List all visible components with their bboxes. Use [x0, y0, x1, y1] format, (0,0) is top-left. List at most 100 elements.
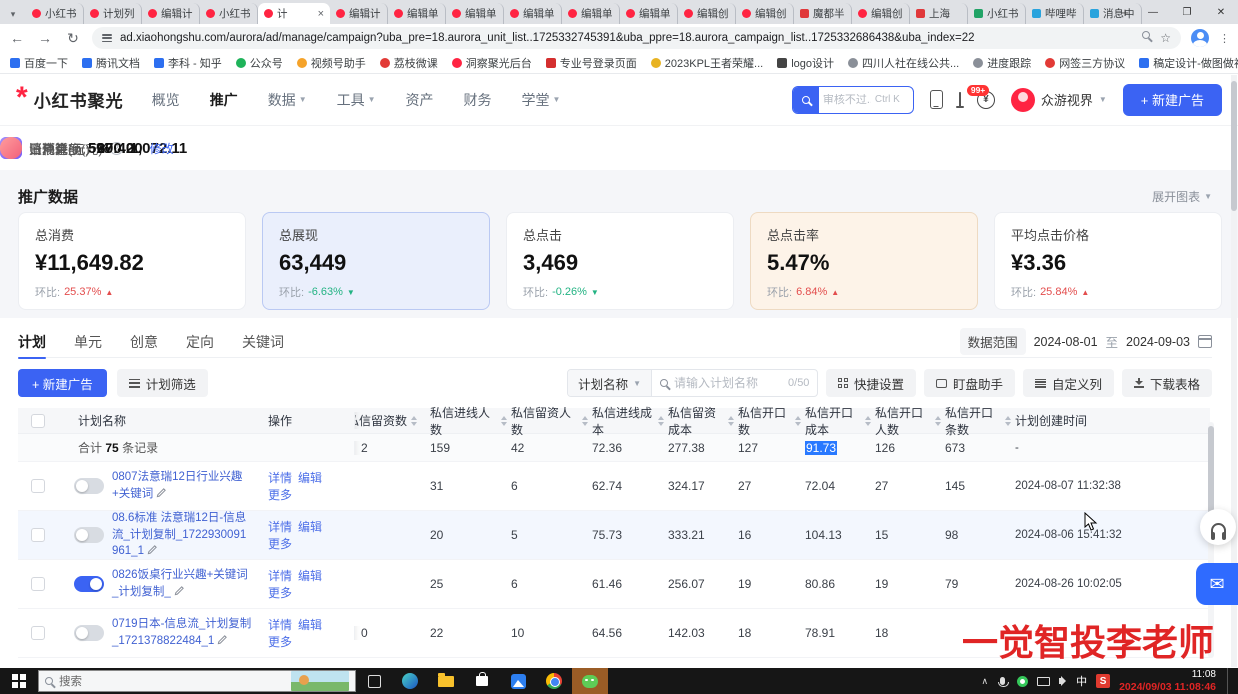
browser-tab[interactable]: 哔哩哔 ×	[1026, 3, 1084, 24]
col-msg-leads[interactable]: 私信留资数	[354, 412, 430, 429]
campaign-name-link[interactable]: 0719日本-信息流_计划复制_1721378822484_1	[112, 618, 251, 647]
action-detail[interactable]: 详情	[268, 569, 292, 583]
search-field-select[interactable]: 计划名称 ▼	[568, 370, 652, 396]
close-button[interactable]: ✕	[1204, 0, 1238, 24]
forward-button[interactable]: →	[36, 30, 54, 46]
browser-menu-icon[interactable]: ⋮	[1219, 32, 1230, 45]
action-edit[interactable]: 编辑	[298, 520, 322, 534]
browser-tab[interactable]: 编辑单 ×	[504, 3, 562, 24]
zoom-icon[interactable]	[1142, 31, 1150, 39]
taskbar-search[interactable]: 搜索	[38, 670, 356, 692]
browser-tab[interactable]: 编辑创 ×	[852, 3, 910, 24]
row-checkbox[interactable]	[31, 626, 45, 640]
select-all-checkbox[interactable]	[31, 414, 45, 428]
reload-button[interactable]: ↻	[64, 30, 82, 47]
campaign-toggle[interactable]	[74, 478, 104, 494]
message-button[interactable]: ✉	[1196, 563, 1238, 605]
app-logo[interactable]: * 小红书聚光	[16, 87, 124, 112]
new-ad-button[interactable]: + 新建广告	[1123, 84, 1222, 116]
header-search-input[interactable]	[819, 94, 875, 106]
header-search[interactable]: Ctrl K	[792, 86, 914, 114]
nav-item[interactable]: 数据 ▼	[268, 90, 307, 110]
campaign-toggle[interactable]	[74, 576, 104, 592]
bookmark-item[interactable]: 视频号助手	[297, 55, 366, 71]
edge-button[interactable]	[392, 668, 428, 694]
browser-tab[interactable]: 编辑单 ×	[388, 3, 446, 24]
bookmark-item[interactable]: 进度跟踪	[973, 55, 1031, 71]
metric-card[interactable]: 总展现 63,449 环比: -6.63% ▼	[262, 212, 490, 310]
store-button[interactable]	[464, 668, 500, 694]
edit-pencil-icon[interactable]	[174, 585, 185, 596]
nav-item[interactable]: 推广	[210, 90, 238, 110]
action-detail[interactable]: 详情	[268, 471, 292, 485]
col-msg-inline-users[interactable]: 私信进线人数	[430, 404, 511, 438]
action-detail[interactable]: 详情	[268, 618, 292, 632]
edit-pencil-icon[interactable]	[217, 634, 228, 645]
bookmark-item[interactable]: 四川人社在线公共...	[848, 55, 959, 71]
edit-pencil-icon[interactable]	[147, 544, 158, 555]
wechat-button[interactable]	[572, 668, 608, 694]
tray-expand-icon[interactable]: ∧	[981, 676, 988, 687]
bookmark-item[interactable]: 专业号登录页面	[546, 55, 637, 71]
bookmark-star-icon[interactable]: ☆	[1160, 31, 1171, 45]
browser-tab[interactable]: 编辑单 ×	[620, 3, 678, 24]
action-edit[interactable]: 编辑	[298, 618, 322, 632]
row-checkbox[interactable]	[31, 479, 45, 493]
action-edit[interactable]: 编辑	[298, 569, 322, 583]
action-detail[interactable]: 详情	[268, 520, 292, 534]
calendar-icon[interactable]	[1198, 335, 1212, 348]
metric-card[interactable]: 总消费 ¥11,649.82 环比: 25.37% ▲	[18, 212, 246, 310]
taskbar-clock[interactable]: 11:08 2024/09/03 11:08:46	[1119, 669, 1216, 693]
show-desktop-button[interactable]	[1227, 668, 1232, 694]
col-msg-open-users[interactable]: 私信开口人数	[875, 404, 945, 438]
browser-tab[interactable]: 上海 ×	[910, 3, 968, 24]
action-more[interactable]: 更多	[268, 537, 292, 551]
sogou-icon[interactable]: S	[1096, 674, 1110, 688]
nav-item[interactable]: 学堂 ▼	[522, 90, 561, 110]
bookmark-item[interactable]: 稿定设计-做图做视...	[1139, 55, 1238, 71]
row-checkbox[interactable]	[31, 528, 45, 542]
toolbar-button[interactable]: 自定义列	[1023, 369, 1114, 397]
chrome-button[interactable]	[536, 668, 572, 694]
network-icon[interactable]	[1037, 677, 1050, 686]
browser-tab[interactable]: 计 ×	[258, 3, 330, 24]
new-ad-button-secondary[interactable]: + 新建广告	[18, 369, 107, 397]
browser-profile-avatar[interactable]	[1191, 29, 1209, 47]
toolbar-button[interactable]: 下载表格	[1122, 369, 1212, 397]
col-msg-lead-cost[interactable]: 私信留资成本	[668, 404, 738, 438]
nav-item[interactable]: 工具 ▼	[337, 90, 376, 110]
ime-indicator[interactable]: 中	[1076, 673, 1087, 689]
back-button[interactable]: ←	[8, 30, 26, 46]
wechat-tray-icon[interactable]	[1017, 676, 1028, 687]
col-msg-open-count[interactable]: 私信开口数	[738, 404, 805, 438]
tab-close-icon[interactable]: ×	[318, 8, 324, 20]
metric-card[interactable]: 总点击 3,469 环比: -0.26% ▼	[506, 212, 734, 310]
date-to[interactable]: 2024-09-03	[1126, 335, 1190, 349]
browser-tab[interactable]: 小红书 ×	[26, 3, 84, 24]
url-bar[interactable]: ad.xiaohongshu.com/aurora/ad/manage/camp…	[92, 27, 1181, 49]
bookmark-item[interactable]: 洞察聚光后台	[452, 55, 532, 71]
mobile-preview-icon[interactable]	[930, 90, 943, 109]
task-view-button[interactable]	[356, 668, 392, 694]
browser-tab[interactable]: 编辑计 ×	[142, 3, 200, 24]
toolbar-button[interactable]: 盯盘助手	[924, 369, 1015, 397]
row-checkbox[interactable]	[31, 577, 45, 591]
campaign-name-link[interactable]: 08.6标准 法意瑞12日-信息流_计划复制_1722930091961_1	[112, 512, 246, 557]
bookmark-item[interactable]: logo设计	[777, 55, 834, 71]
bookmark-item[interactable]: 百度一下	[10, 55, 68, 71]
expand-chart-button[interactable]: 展开图表 ▼	[1152, 188, 1212, 205]
plan-filter-button[interactable]: 计划筛选	[117, 369, 208, 397]
campaign-name-link[interactable]: 0807法意瑞12日行业兴趣+关键词	[112, 471, 242, 500]
col-msg-inline-cost[interactable]: 私信进线成本	[592, 404, 668, 438]
metric-card[interactable]: 总点击率 5.47% 环比: 6.84% ▲	[750, 212, 978, 310]
date-from[interactable]: 2024-08-01	[1034, 335, 1098, 349]
browser-tab[interactable]: 编辑计 ×	[330, 3, 388, 24]
restore-button[interactable]: ❐	[1170, 0, 1204, 24]
tab-search-chevron-icon[interactable]: ▾	[0, 4, 26, 24]
browser-tab[interactable]: 计划列 ×	[84, 3, 142, 24]
toolbar-button[interactable]: 快捷设置	[826, 369, 916, 397]
modify-link[interactable]: 修改	[150, 140, 174, 157]
customer-service-button[interactable]	[1200, 509, 1236, 545]
browser-tab[interactable]: 小红书 ×	[200, 3, 258, 24]
col-msg-open-cost[interactable]: 私信开口成本	[805, 404, 875, 438]
